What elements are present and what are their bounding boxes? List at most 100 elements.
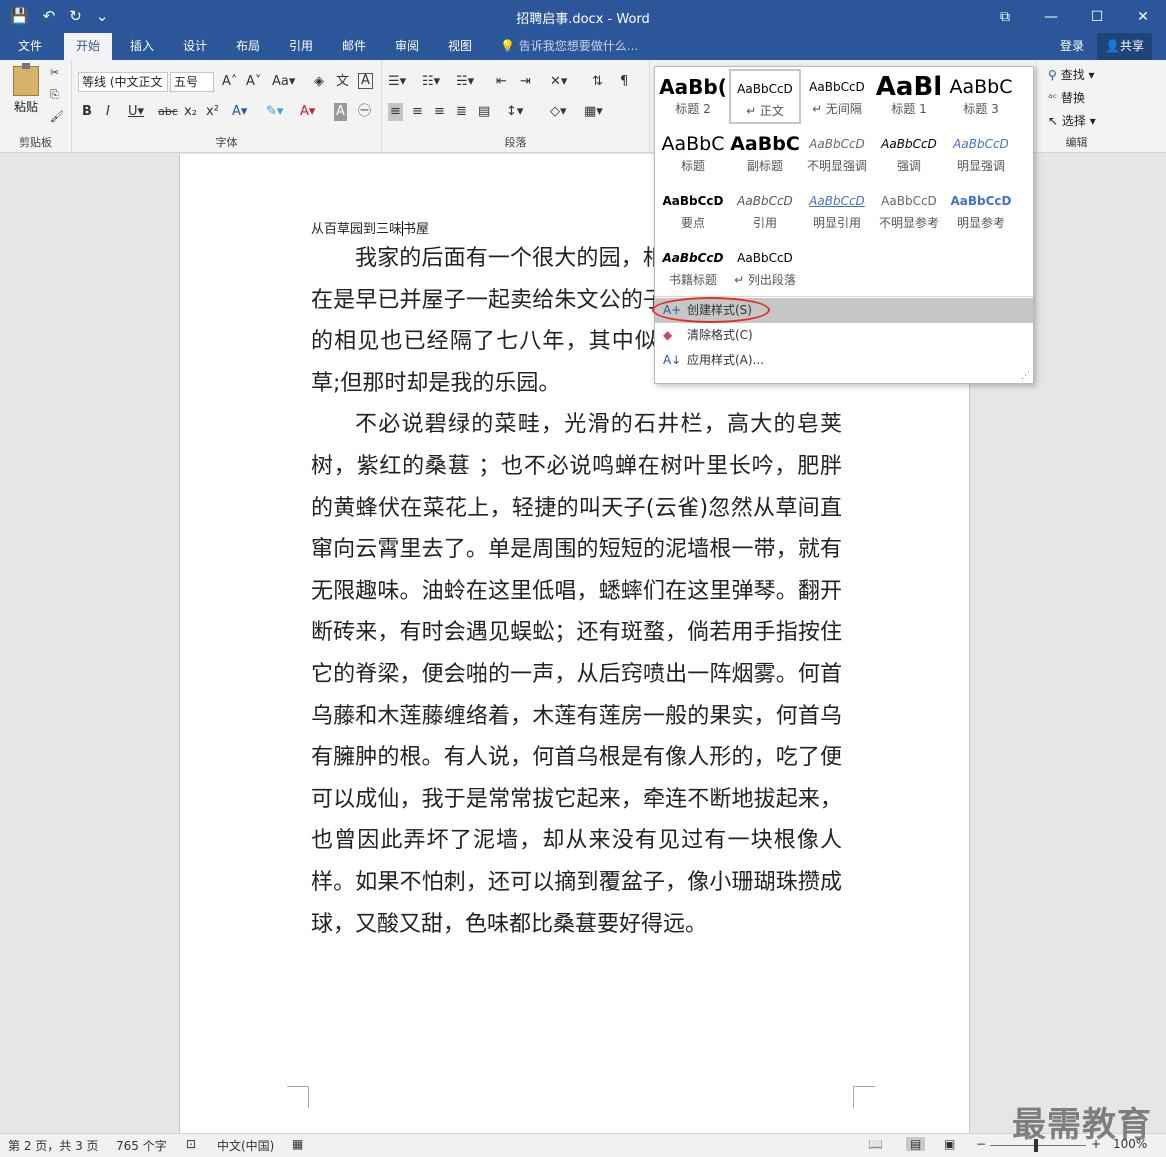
resize-grip-icon[interactable]: ⋰ [1021,371,1030,381]
style-intense-reference[interactable]: AaBbCcD 明显参考 [945,183,1017,238]
character-shading-icon[interactable]: A [334,103,347,121]
strikethrough-icon[interactable]: abc [158,103,178,121]
show-marks-icon[interactable]: ¶ [620,73,628,91]
borders-icon[interactable]: ▦▾ [584,103,603,121]
distributed-icon[interactable]: ▤ [478,103,490,121]
format-painter-icon[interactable]: 🖌 [50,110,64,123]
line-spacing-icon[interactable]: ↕▾ [506,103,523,121]
macro-record-icon[interactable]: ▦ [292,1137,303,1151]
tab-design[interactable]: 设计 [171,33,219,60]
superscript-icon[interactable]: x² [206,103,219,121]
bold-icon[interactable]: B [82,103,92,121]
editing-label: 编辑 [1065,136,1088,149]
clear-formatting-menu-item[interactable]: ◆ 清除格式(C) [655,323,1033,348]
style-intense-quote[interactable]: AaBbCcD 明显引用 [801,183,873,238]
apply-styles-menu-item[interactable]: A↓ 应用样式(A)... [655,348,1033,373]
align-right-icon[interactable]: ≡ [434,103,445,121]
read-mode-icon[interactable]: 📖 [868,1137,883,1151]
tab-layout[interactable]: 布局 [224,33,272,60]
paste-button[interactable]: 粘贴 [10,63,42,115]
clipboard-label: 剪贴板 [19,136,52,149]
font-color-icon[interactable]: A▾ [300,103,315,121]
bullets-icon[interactable]: ☰▾ [388,73,406,91]
eraser-icon: ◆ [663,328,673,342]
style-list-paragraph[interactable]: AaBbCcD ↵ 列出段落 [729,240,801,295]
ribbon-tabs: 文件 开始 插入 设计 布局 引用 邮件 审阅 视图 💡 告诉我您想要做什么..… [0,33,1166,60]
lightbulb-icon: 💡 [500,39,519,53]
italic-icon[interactable]: I [106,103,110,121]
font-name-combo[interactable]: 等线 (中文正文 [78,72,168,92]
change-case-icon[interactable]: Aa▾ [272,73,295,91]
align-center-icon[interactable]: ≡ [412,103,423,121]
share-button[interactable]: 👤共享 [1097,33,1152,60]
tab-references[interactable]: 引用 [277,33,325,60]
tab-home[interactable]: 开始 [64,33,113,60]
font-size-combo[interactable]: 五号 [170,72,214,92]
style-heading-2[interactable]: AaBb( 标题 2 [657,69,729,124]
replace-button[interactable]: ᵃᶜ 替换 [1048,89,1085,106]
numbering-icon[interactable]: ☷▾ [422,73,440,91]
shrink-font-icon[interactable]: A˅ [246,73,261,91]
style-subtitle[interactable]: AaBbC 副标题 [729,126,801,181]
print-layout-icon[interactable]: ▤ [906,1137,926,1151]
replace-icon: ᵃᶜ [1048,91,1061,105]
word-count[interactable]: 765 个字 [116,1137,167,1154]
clear-formatting-icon[interactable]: ◈ [314,73,324,91]
highlight-circle [652,297,770,323]
ribbon-display-options-icon[interactable]: ⧉ [982,0,1028,33]
style-subtle-emphasis[interactable]: AaBbCcD 不明显强调 [801,126,873,181]
grow-font-icon[interactable]: A˄ [222,73,237,91]
tab-file[interactable]: 文件 [6,33,54,60]
decrease-indent-icon[interactable]: ⇤ [496,73,507,91]
multilevel-list-icon[interactable]: ☵▾ [456,73,474,91]
justify-icon[interactable]: ≣ [456,103,467,121]
find-button[interactable]: ⚲ 查找 ▾ [1048,66,1094,83]
style-heading-1[interactable]: AaBl 标题 1 [873,69,945,124]
text-effects-icon[interactable]: A▾ [232,103,247,121]
close-icon[interactable]: ✕ [1120,0,1166,33]
minimize-icon[interactable]: — [1028,0,1074,33]
increase-indent-icon[interactable]: ⇥ [520,73,531,91]
character-border-icon[interactable]: A [358,73,373,89]
style-book-title[interactable]: AaBbCcD 书籍标题 [657,240,729,295]
paragraph-label: 段落 [504,136,527,149]
style-quote[interactable]: AaBbCcD 引用 [729,183,801,238]
subscript-icon[interactable]: x₂ [184,103,197,121]
sort-icon[interactable]: ⇅ [592,73,603,91]
sign-in-link[interactable]: 登录 [1060,33,1084,59]
select-button[interactable]: ↖ 选择 ▾ [1048,112,1096,129]
maximize-icon[interactable]: ☐ [1074,0,1120,33]
underline-icon[interactable]: U▾ [128,103,144,121]
align-left-icon[interactable]: ≡ [388,103,403,121]
style-normal[interactable]: AaBbCcD ↵ 正文 [729,69,801,124]
zoom-out-button[interactable]: − [976,1137,986,1151]
tab-view[interactable]: 视图 [436,33,484,60]
style-title[interactable]: AaBbC 标题 [657,126,729,181]
style-subtle-reference[interactable]: AaBbCcD 不明显参考 [873,183,945,238]
style-strong[interactable]: AaBbCcD 要点 [657,183,729,238]
web-layout-icon[interactable]: ▣ [944,1137,955,1151]
clipboard-group: 粘贴 ✂ ⎘ 🖌 剪贴板 [0,60,72,153]
style-intense-emphasis[interactable]: AaBbCcD 明显强调 [945,126,1017,181]
proofing-icon[interactable]: ⊡ [186,1137,196,1151]
crop-mark-right [853,1086,875,1108]
tab-review[interactable]: 审阅 [383,33,431,60]
cut-icon[interactable]: ✂ [50,66,59,79]
phonetic-guide-icon[interactable]: 文 [336,73,349,91]
cursor-icon: ↖ [1048,114,1062,128]
tab-mailings[interactable]: 邮件 [330,33,378,60]
style-emphasis[interactable]: AaBbCcD 强调 [873,126,945,181]
shading-icon[interactable]: ◇▾ [550,103,567,121]
language-indicator[interactable]: 中文(中国) [217,1137,274,1154]
chinese-layout-icon[interactable]: ✕▾ [550,73,567,91]
tab-insert[interactable]: 插入 [118,33,166,60]
tell-me-box[interactable]: 💡 告诉我您想要做什么... [500,33,638,59]
style-heading-3[interactable]: AaBbC 标题 3 [945,69,1017,124]
crop-mark-left [287,1086,309,1108]
highlight-icon[interactable]: ✎▾ [266,103,283,121]
page-count[interactable]: 第 2 页，共 3 页 [8,1137,99,1154]
style-no-spacing[interactable]: AaBbCcD ↵ 无间隔 [801,69,873,124]
copy-icon[interactable]: ⎘ [50,88,59,102]
enclose-characters-icon[interactable]: ㊀ [358,103,371,121]
watermark-text: 最需教育 [1012,1105,1152,1145]
